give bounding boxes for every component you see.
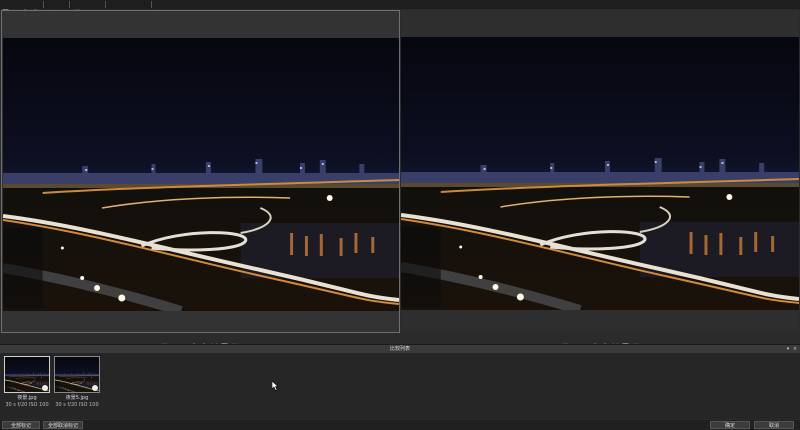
left-compare-pane[interactable] — [1, 10, 400, 333]
grid-icon[interactable] — [622, 335, 629, 350]
right-pane-toolbar — [562, 333, 639, 350]
comparison-list: 夜景.jpg 30 s f/20 ISO 100 夜景5.jpg 30 s f/… — [0, 353, 800, 419]
toolbar-divider — [43, 1, 44, 8]
dropdown-icon[interactable]: ▾ — [785, 346, 791, 352]
document-icon[interactable] — [74, 1, 81, 16]
check-icon[interactable] — [92, 385, 98, 391]
circle-icon[interactable] — [572, 335, 579, 349]
layers-icon[interactable] — [130, 1, 137, 15]
info-icon[interactable] — [156, 1, 163, 16]
close-icon[interactable]: × — [792, 346, 798, 352]
right-compare-pane[interactable] — [401, 10, 799, 331]
comparison-list-title: 比较列表 — [389, 346, 410, 352]
copy-icon[interactable] — [110, 1, 117, 15]
thumbnail-filename: 夜景.jpg — [17, 395, 37, 401]
thumbnail-image — [54, 356, 100, 393]
save-icon[interactable] — [161, 335, 168, 349]
zoom-out-icon[interactable] — [602, 335, 609, 350]
grid-icon[interactable] — [2, 1, 9, 16]
check-icon[interactable] — [42, 385, 48, 391]
delete-icon[interactable] — [211, 335, 218, 350]
left-photo — [3, 38, 399, 311]
zoom-in-icon[interactable] — [191, 335, 198, 350]
thumbnail-item[interactable]: 夜景.jpg 30 s f/20 ISO 100 — [4, 356, 50, 418]
split-icon[interactable] — [140, 1, 147, 15]
grid-icon[interactable] — [221, 335, 228, 350]
thumbnail-image — [4, 356, 50, 393]
thumbnail-exif: 30 s f/20 ISO 100 — [5, 402, 49, 408]
toolbar-divider — [69, 1, 70, 8]
mouse-cursor-icon — [272, 381, 279, 391]
mark-all-button[interactable]: 全部标记 — [2, 421, 40, 429]
circle-icon[interactable] — [181, 335, 188, 349]
right-photo — [401, 37, 799, 310]
circle-icon[interactable] — [12, 1, 19, 16]
circle-icon[interactable] — [582, 335, 589, 349]
toolbar-divider — [105, 1, 106, 8]
menu-icon[interactable] — [94, 1, 101, 15]
histogram-icon[interactable] — [84, 1, 91, 16]
zoom-in-icon[interactable] — [592, 335, 599, 350]
toolbar-divider — [151, 1, 152, 8]
rotate-icon[interactable] — [48, 1, 55, 16]
triangle-icon[interactable] — [58, 1, 65, 16]
edit-icon[interactable] — [632, 335, 639, 349]
circle-icon[interactable] — [171, 335, 178, 349]
zoom-in-icon[interactable] — [22, 1, 29, 16]
thumbnail-item[interactable]: 夜景5.jpg 30 s f/20 ISO 100 — [54, 356, 100, 418]
zoom-out-icon[interactable] — [32, 1, 39, 16]
left-pane-toolbar — [161, 333, 238, 350]
save-icon[interactable] — [562, 335, 569, 349]
delete-icon[interactable] — [612, 335, 619, 350]
main-toolbar — [0, 0, 800, 16]
bottom-bar: 全部标记 全部取消标记 确定 取消 — [0, 420, 800, 430]
thumbnail-filename: 夜景5.jpg — [65, 395, 89, 401]
unmark-all-button[interactable]: 全部取消标记 — [43, 421, 83, 429]
edit-icon[interactable] — [231, 335, 238, 349]
thumbnail-exif: 30 s f/20 ISO 100 — [55, 402, 99, 408]
zoom-out-icon[interactable] — [201, 335, 208, 350]
compare-icon[interactable] — [120, 1, 127, 15]
ok-button[interactable]: 确定 — [710, 421, 750, 429]
cancel-button[interactable]: 取消 — [754, 421, 794, 429]
